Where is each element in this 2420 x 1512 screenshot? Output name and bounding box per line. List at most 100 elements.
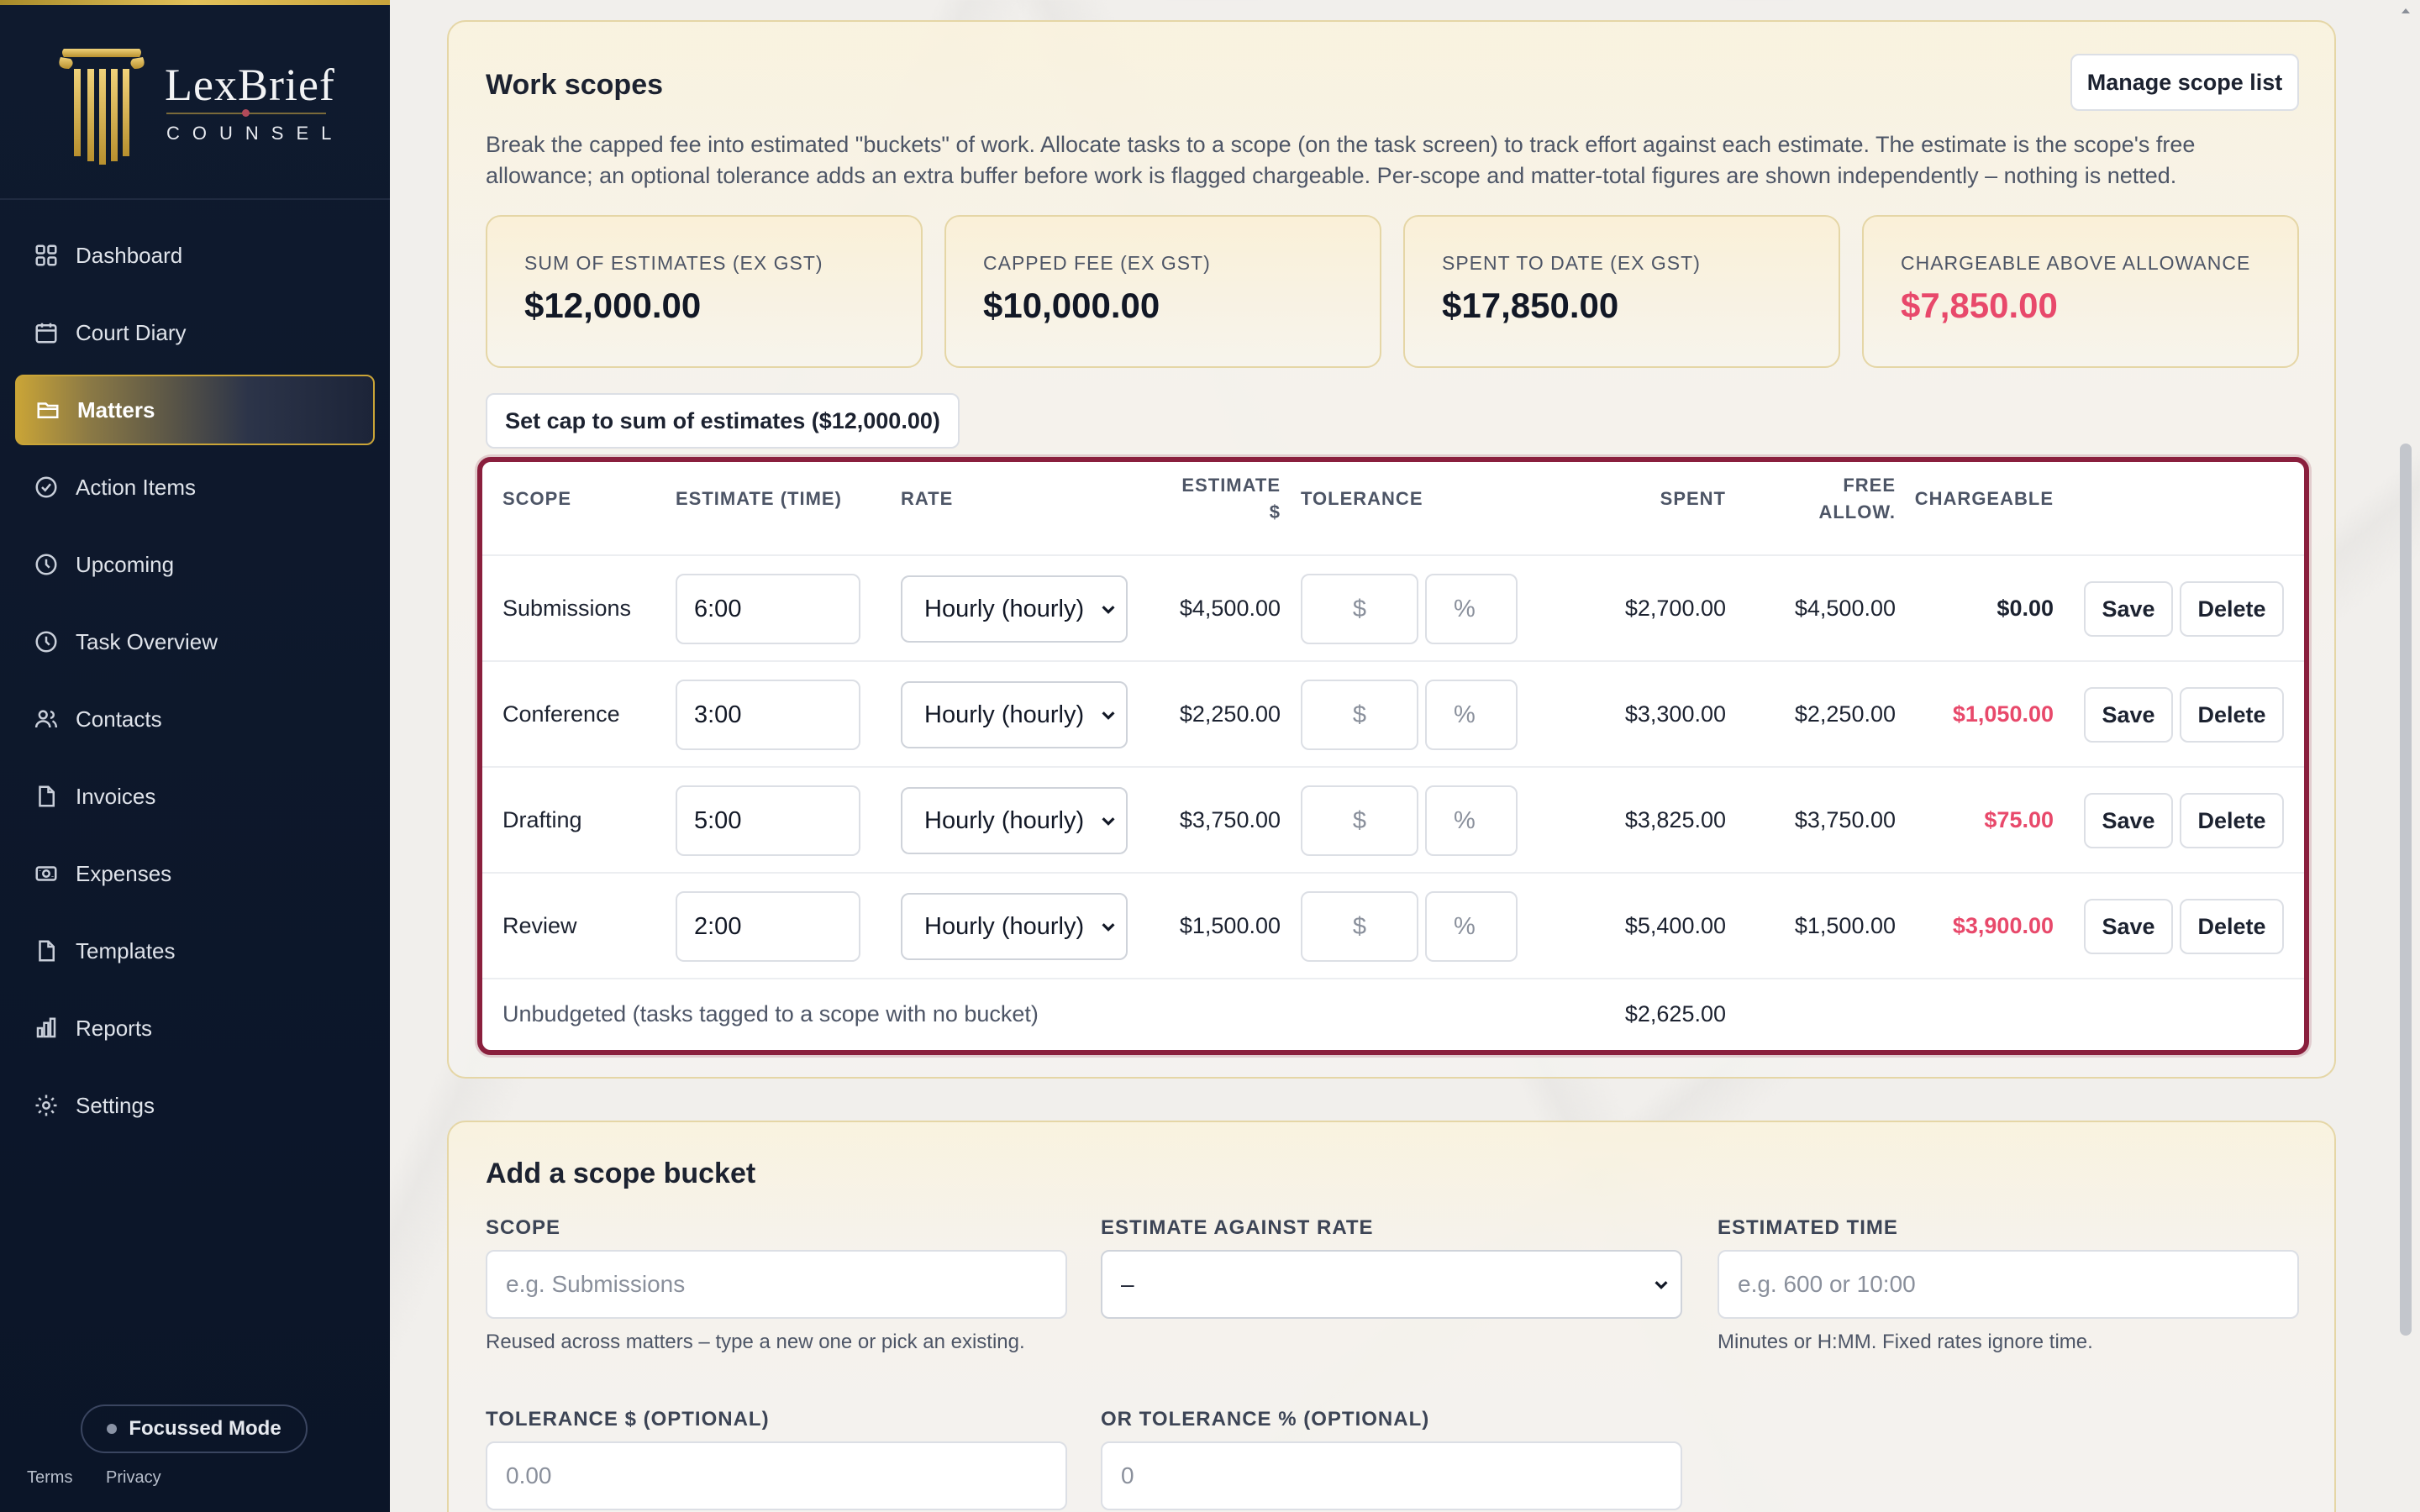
estimate-rate-select[interactable]: – — [1101, 1250, 1682, 1319]
tolerance-dollar-input[interactable]: $ — [1301, 680, 1418, 750]
time-field-label: ESTIMATED TIME — [1718, 1216, 1898, 1239]
stat-chargeable-above-allowance: CHARGEABLE ABOVE ALLOWANCE $7,850.00 — [1862, 215, 2299, 368]
free-allowance-amount: $3,750.00 — [1794, 807, 1896, 832]
chevron-down-icon — [1102, 923, 1115, 932]
col-header-scope: SCOPE — [502, 488, 572, 509]
stat-value: $17,850.00 — [1442, 286, 1619, 325]
scope-name: Submissions — [502, 596, 632, 621]
sidebar-item-label: Task Overview — [76, 628, 218, 654]
tolerance-percent-field[interactable]: 0 — [1101, 1441, 1682, 1510]
estimate-time-input[interactable]: 6:00 — [676, 574, 860, 644]
rate-select[interactable]: Hourly (hourly) — [901, 575, 1128, 643]
scope-name: Review — [502, 913, 577, 938]
calendar-icon — [35, 323, 57, 344]
col-header-estimate-time: ESTIMATE (TIME) — [676, 488, 842, 509]
scroll-up-arrow-icon[interactable] — [2400, 5, 2412, 17]
sidebar-item-task-overview[interactable]: Task Overview — [15, 606, 375, 677]
col-header-free-line1: FREE — [1843, 475, 1896, 496]
sidebar-item-reports[interactable]: Reports — [15, 993, 375, 1063]
terms-link[interactable]: Terms — [27, 1468, 72, 1487]
tolerance-percent-input[interactable]: % — [1425, 680, 1518, 750]
delete-button[interactable]: Delete — [2180, 581, 2284, 637]
sidebar-item-upcoming[interactable]: Upcoming — [15, 529, 375, 600]
scope-help-text: Reused across matters – type a new one o… — [486, 1331, 1025, 1353]
chargeable-amount: $1,050.00 — [1952, 701, 2054, 727]
unbudgeted-spent: $2,625.00 — [1624, 1001, 1726, 1026]
check-circle-icon — [35, 476, 57, 498]
sidebar-item-label: Contacts — [76, 706, 162, 732]
tolerance-dollar-field[interactable]: 0.00 — [486, 1441, 1067, 1510]
sidebar-item-label: Settings — [76, 1092, 155, 1118]
scope-field-label: SCOPE — [486, 1216, 561, 1239]
delete-button[interactable]: Delete — [2180, 687, 2284, 743]
gear-icon — [35, 1095, 57, 1116]
spent-amount: $2,700.00 — [1624, 596, 1726, 621]
sidebar-item-dashboard[interactable]: Dashboard — [15, 220, 375, 291]
sidebar-item-court-diary[interactable]: Court Diary — [15, 297, 375, 368]
sidebar-item-matters[interactable]: Matters — [15, 375, 375, 445]
tolerance-percent-input[interactable]: % — [1425, 891, 1518, 962]
sidebar-item-label: Matters — [77, 396, 155, 423]
estimate-rate-select-value: – — [1121, 1271, 1134, 1297]
brand-subtitle: COUNSEL — [166, 123, 345, 144]
scope-input[interactable]: e.g. Submissions — [486, 1250, 1067, 1319]
table-row: Submissions 6:00 Hourly (hourly) $4,500.… — [482, 554, 2304, 660]
scopes-table: SCOPE ESTIMATE (TIME) RATE ESTIMATE $ TO… — [477, 457, 2309, 1055]
document-icon — [39, 940, 55, 962]
col-header-estimate-line2: $ — [1269, 501, 1281, 522]
rate-select[interactable]: Hourly (hourly) — [901, 681, 1128, 748]
privacy-link[interactable]: Privacy — [106, 1468, 161, 1487]
sidebar-item-expenses[interactable]: Expenses — [15, 838, 375, 909]
stat-value: $12,000.00 — [524, 286, 702, 325]
estimate-time-input[interactable]: 2:00 — [676, 891, 860, 962]
sidebar: LexBrief COUNSEL Dashboard Court Diary M… — [0, 0, 390, 1512]
page-scrollbar-thumb[interactable] — [2400, 444, 2412, 1336]
col-header-tolerance: TOLERANCE — [1301, 488, 1423, 509]
sidebar-item-label: Court Diary — [76, 319, 187, 345]
save-button[interactable]: Save — [2084, 793, 2173, 848]
sidebar-item-contacts[interactable]: Contacts — [15, 684, 375, 754]
sidebar-item-action-items[interactable]: Action Items — [15, 452, 375, 522]
sidebar-item-templates[interactable]: Templates — [15, 916, 375, 986]
estimate-time-input[interactable]: 3:00 — [676, 680, 860, 750]
table-row: Drafting 5:00 Hourly (hourly) $3,750.00 … — [482, 766, 2304, 872]
estimate-amount: $2,250.00 — [1179, 701, 1281, 727]
sidebar-item-settings[interactable]: Settings — [15, 1070, 375, 1141]
chevron-down-icon — [1102, 711, 1115, 720]
rate-select[interactable]: Hourly (hourly) — [901, 893, 1128, 960]
focussed-mode-button[interactable]: Focussed Mode — [81, 1404, 308, 1453]
col-header-estimate-line1: ESTIMATE — [1181, 475, 1281, 496]
tolerance-dollar-input[interactable]: $ — [1301, 574, 1418, 644]
tolerance-dollar-input[interactable]: $ — [1301, 891, 1418, 962]
folder-icon — [37, 402, 59, 418]
save-button[interactable]: Save — [2084, 581, 2173, 637]
scope-name: Drafting — [502, 807, 582, 832]
stat-label: CHARGEABLE ABOVE ALLOWANCE — [1901, 252, 2251, 274]
stat-value: $10,000.00 — [983, 286, 1160, 325]
col-header-chargeable: CHARGEABLE — [1914, 488, 2054, 509]
save-button[interactable]: Save — [2084, 687, 2173, 743]
tolerance-percent-input[interactable]: % — [1425, 574, 1518, 644]
clock-icon — [35, 554, 57, 575]
chevron-down-icon — [1655, 1281, 1668, 1289]
tolerance-dollar-input[interactable]: $ — [1301, 785, 1418, 856]
tolerance-percent-input[interactable]: % — [1425, 785, 1518, 856]
grid-icon — [35, 244, 57, 266]
delete-button[interactable]: Delete — [2180, 899, 2284, 954]
unbudgeted-label: Unbudgeted (tasks tagged to a scope with… — [502, 1001, 1039, 1026]
col-header-free-line2: ALLOW. — [1818, 501, 1896, 522]
rate-select-value: Hourly (hourly) — [924, 701, 1085, 728]
set-cap-button[interactable]: Set cap to sum of estimates ($12,000.00) — [486, 393, 960, 449]
delete-button[interactable]: Delete — [2180, 793, 2284, 848]
free-allowance-amount: $2,250.00 — [1794, 701, 1896, 727]
manage-scope-list-button[interactable]: Manage scope list — [2070, 54, 2299, 111]
brand-logo[interactable]: LexBrief COUNSEL — [0, 5, 390, 200]
rate-select[interactable]: Hourly (hourly) — [901, 787, 1128, 854]
estimate-time-input[interactable]: 5:00 — [676, 785, 860, 856]
document-icon — [39, 785, 55, 807]
save-button[interactable]: Save — [2084, 899, 2173, 954]
sidebar-item-invoices[interactable]: Invoices — [15, 761, 375, 832]
stat-sum-of-estimates: SUM OF ESTIMATES (EX GST) $12,000.00 — [486, 215, 923, 368]
chargeable-amount: $3,900.00 — [1952, 913, 2054, 938]
estimated-time-input[interactable]: e.g. 600 or 10:00 — [1718, 1250, 2299, 1319]
